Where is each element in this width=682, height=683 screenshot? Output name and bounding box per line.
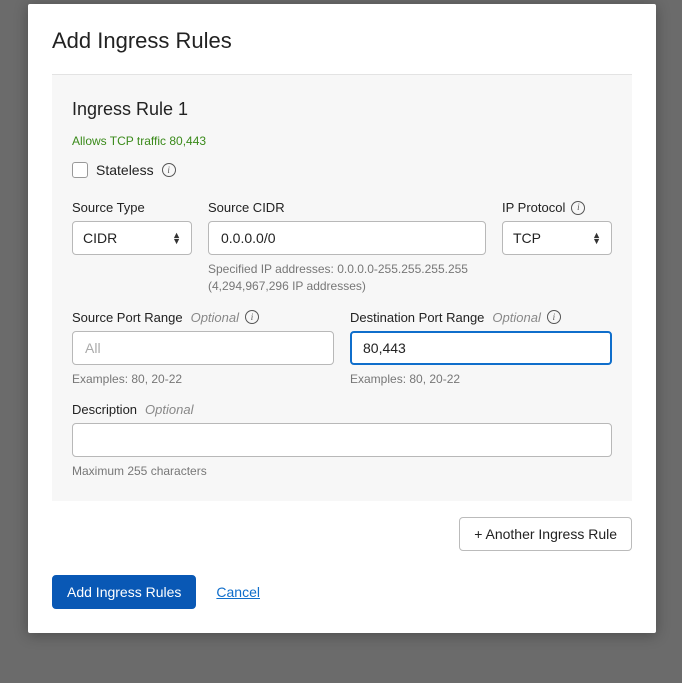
info-icon[interactable]: i (547, 310, 561, 324)
info-icon[interactable]: i (571, 201, 585, 215)
info-icon[interactable]: i (162, 163, 176, 177)
submit-button[interactable]: Add Ingress Rules (52, 575, 196, 609)
rule-heading: Ingress Rule 1 (72, 99, 612, 120)
source-type-label: Source Type (72, 200, 192, 215)
add-ingress-rules-modal: Add Ingress Rules Ingress Rule 1 Allows … (28, 4, 656, 633)
ingress-rule-panel: Ingress Rule 1 Allows TCP traffic 80,443… (52, 74, 632, 501)
ip-protocol-value: TCP (513, 230, 541, 246)
info-icon[interactable]: i (245, 310, 259, 324)
cancel-link[interactable]: Cancel (216, 584, 260, 600)
source-port-field[interactable] (83, 339, 323, 357)
ip-protocol-label: IP Protocol i (502, 200, 612, 215)
source-port-label: Source Port Range Optional i (72, 310, 334, 325)
stateless-checkbox[interactable] (72, 162, 88, 178)
source-cidr-field[interactable] (219, 229, 475, 247)
source-cidr-helper: Specified IP addresses: 0.0.0.0-255.255.… (208, 261, 486, 296)
modal-title: Add Ingress Rules (28, 4, 656, 74)
source-cidr-input[interactable] (208, 221, 486, 255)
dest-port-input[interactable] (350, 331, 612, 365)
source-type-select[interactable]: CIDR ▲▼ (72, 221, 192, 255)
source-type-value: CIDR (83, 230, 117, 246)
rule-allows-summary: Allows TCP traffic 80,443 (72, 134, 612, 148)
add-another-rule-button[interactable]: + Another Ingress Rule (459, 517, 632, 551)
dest-port-label: Destination Port Range Optional i (350, 310, 612, 325)
ip-protocol-select[interactable]: TCP ▲▼ (502, 221, 612, 255)
source-port-input[interactable] (72, 331, 334, 365)
description-label: Description Optional (72, 402, 612, 417)
source-cidr-label: Source CIDR (208, 200, 486, 215)
stateless-label: Stateless (96, 162, 154, 178)
description-helper: Maximum 255 characters (72, 463, 612, 480)
description-input[interactable] (72, 423, 612, 457)
dest-port-field[interactable] (361, 339, 601, 357)
dest-port-helper: Examples: 80, 20-22 (350, 371, 612, 388)
chevron-updown-icon: ▲▼ (592, 232, 601, 244)
source-port-helper: Examples: 80, 20-22 (72, 371, 334, 388)
description-field[interactable] (83, 431, 601, 449)
chevron-updown-icon: ▲▼ (172, 232, 181, 244)
